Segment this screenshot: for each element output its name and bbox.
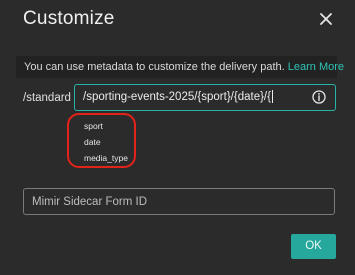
info-circle-icon[interactable] xyxy=(312,90,326,104)
delivery-path-value: /sporting-events-2025/{sport}/{date}/{ xyxy=(83,91,271,103)
highlight-annotation-ring xyxy=(67,113,136,168)
customize-dialog: Customize You can use metadata to custom… xyxy=(0,0,355,275)
mimir-sidecar-form-id-input[interactable] xyxy=(23,188,335,215)
close-icon xyxy=(320,13,332,25)
info-text: You can use metadata to customize the de… xyxy=(24,61,288,73)
text-caret xyxy=(271,90,273,104)
close-button[interactable] xyxy=(319,12,333,26)
info-banner: You can use metadata to customize the de… xyxy=(16,56,344,78)
path-prefix: /standard xyxy=(23,92,71,104)
dialog-title: Customize xyxy=(23,8,115,29)
ok-button[interactable]: OK xyxy=(291,234,336,259)
delivery-path-input[interactable]: /sporting-events-2025/{sport}/{date}/{ xyxy=(74,84,336,111)
learn-more-link[interactable]: Learn More xyxy=(288,61,344,73)
